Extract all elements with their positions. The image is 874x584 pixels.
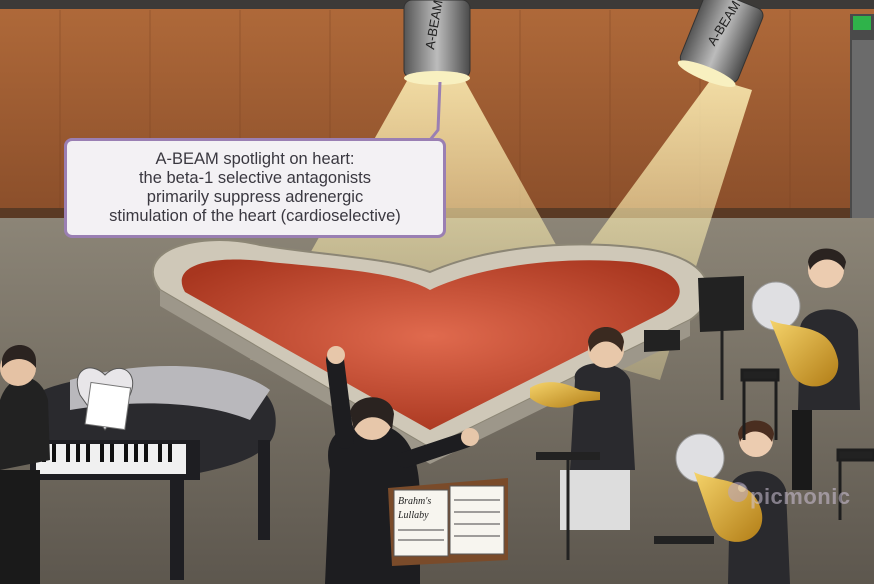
explanation-callout: A-BEAM spotlight on heart: the beta-1 se… — [64, 138, 446, 238]
watermark-logo-icon — [728, 482, 748, 502]
conductor-music-stand: Brahm's Lullaby — [388, 478, 508, 566]
scene-stage: A-BEAM A-BEAM Brahm's Lullaby A-BEAM spo… — [0, 0, 874, 584]
left-spotlight-lamp: A-BEAM — [403, 0, 471, 85]
callout-line-2: the beta-1 selective antagonists — [138, 169, 372, 187]
score-title-line2: Lullaby — [397, 510, 429, 521]
callout-line-1: A-BEAM spotlight on heart: — [155, 150, 355, 168]
watermark-text: picmonic — [750, 484, 851, 509]
callout-line-4: stimulation of the heart (cardioselectiv… — [109, 207, 401, 225]
concert-scene-illustration: A-BEAM A-BEAM Brahm's Lullaby — [0, 0, 874, 584]
piano-sheet-music — [84, 381, 132, 431]
score-right-page — [449, 485, 505, 555]
trumpet-music-stand — [536, 452, 600, 460]
exit-sign-icon — [853, 16, 871, 30]
score-title-line1: Brahm's — [398, 496, 431, 507]
callout-line-3: primarily suppress adrenergic — [146, 188, 364, 206]
